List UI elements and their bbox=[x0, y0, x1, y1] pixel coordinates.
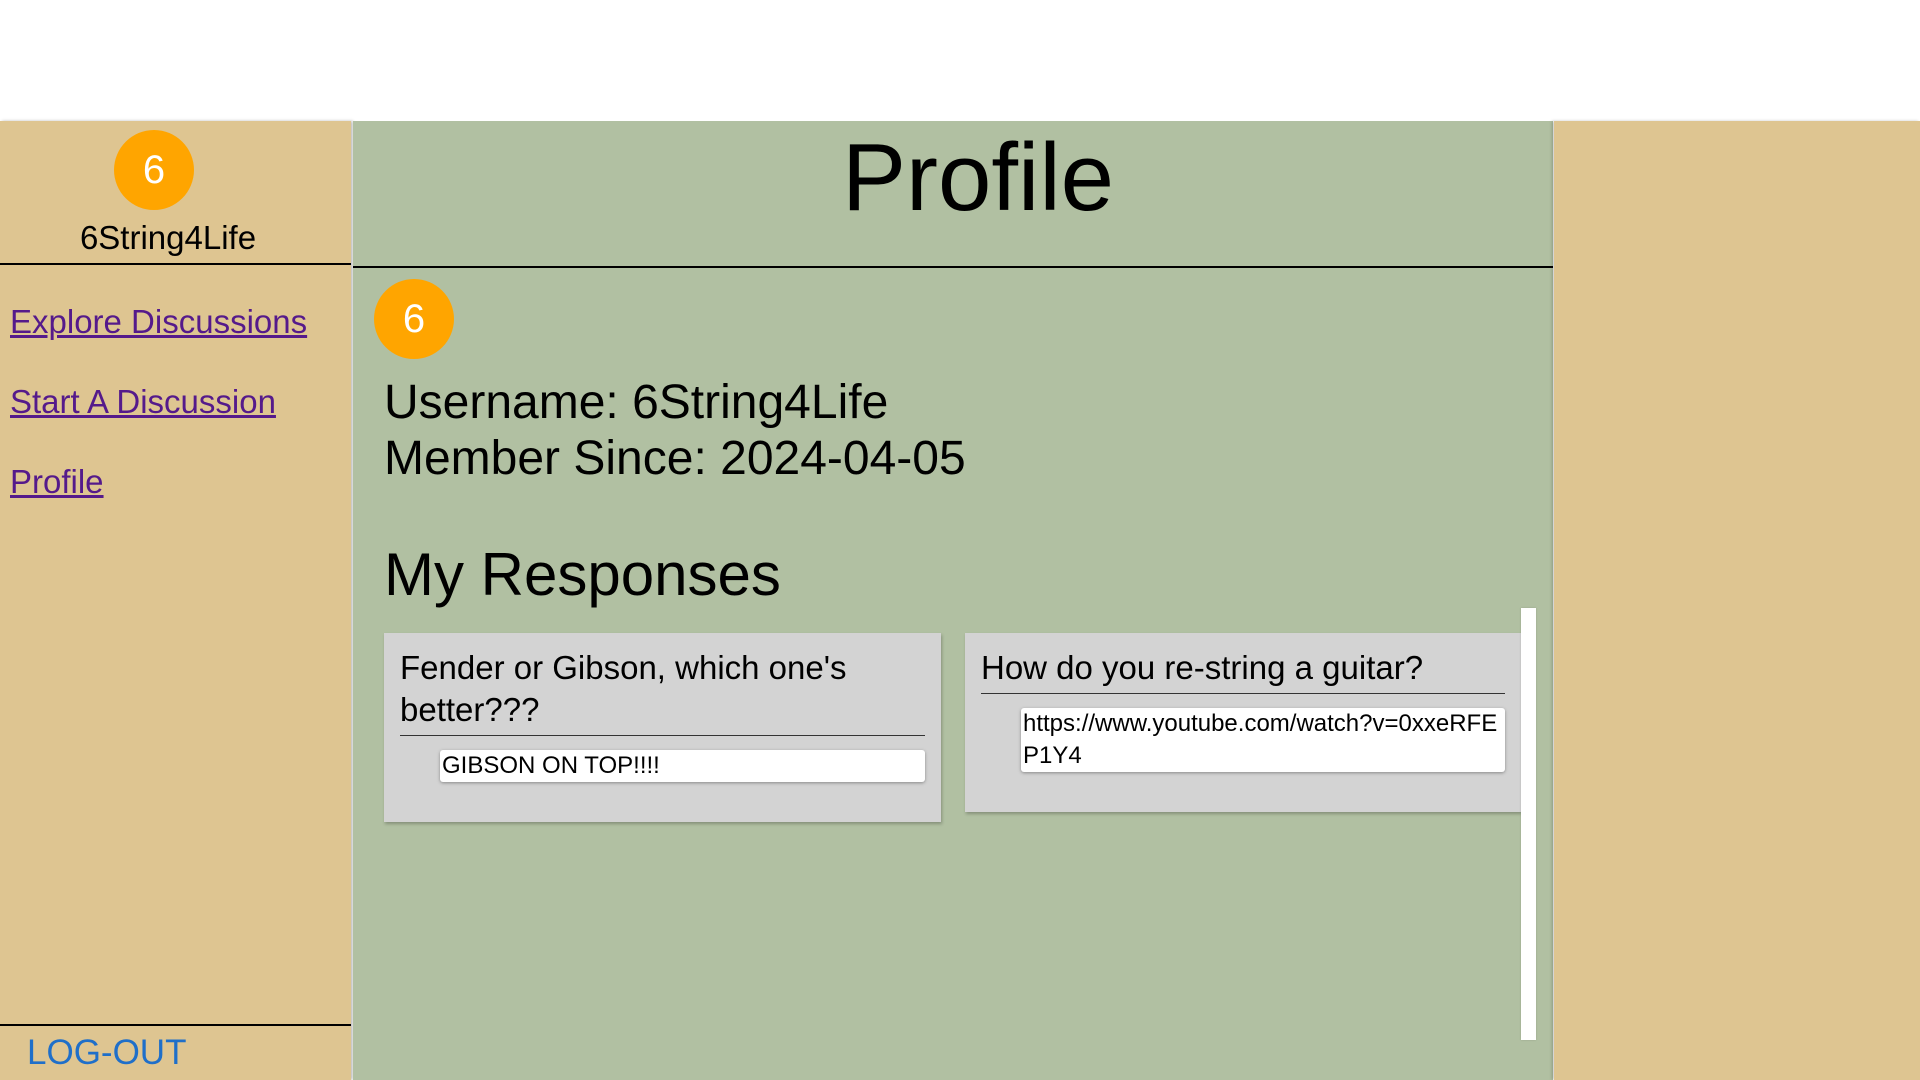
sidebar-username: 6String4Life bbox=[79, 219, 257, 256]
profile-avatar: 6 bbox=[374, 279, 454, 359]
nav-link-profile[interactable]: Profile bbox=[10, 463, 104, 501]
response-card[interactable]: Fender or Gibson, which one's better??? … bbox=[384, 633, 941, 822]
right-panel bbox=[1554, 121, 1920, 1080]
nav-link-start-a-discussion[interactable]: Start A Discussion bbox=[10, 383, 276, 421]
avatar: 6 bbox=[114, 130, 194, 210]
page-header: Profile bbox=[353, 121, 1553, 268]
sidebar-user-panel: 6 6String4Life bbox=[0, 121, 351, 265]
page-title: Profile bbox=[841, 124, 1115, 231]
responses-scrollbar[interactable] bbox=[1521, 608, 1536, 1040]
response-card-text: GIBSON ON TOP!!!! bbox=[440, 750, 925, 782]
response-card-discussion-title: How do you re-string a guitar? bbox=[981, 647, 1505, 694]
sidebar-footer: LOG-OUT bbox=[0, 1024, 351, 1080]
response-card[interactable]: How do you re-string a guitar? https://w… bbox=[965, 633, 1521, 812]
my-responses-heading: My Responses bbox=[384, 541, 781, 608]
sidebar: 6 6String4Life Explore Discussions Start… bbox=[0, 121, 351, 1080]
username-text: Username: 6String4Life bbox=[384, 376, 889, 429]
main-content: Profile 6 Username: 6String4Life Member … bbox=[353, 121, 1553, 1080]
nav-link-explore-discussions[interactable]: Explore Discussions bbox=[10, 303, 307, 341]
response-card-discussion-title: Fender or Gibson, which one's better??? bbox=[400, 647, 925, 736]
member-since-text: Member Since: 2024-04-05 bbox=[384, 432, 966, 485]
logout-button[interactable]: LOG-OUT bbox=[27, 1033, 186, 1073]
response-card-text: https://www.youtube.com/watch?v=0xxeRFEP… bbox=[1021, 708, 1505, 772]
